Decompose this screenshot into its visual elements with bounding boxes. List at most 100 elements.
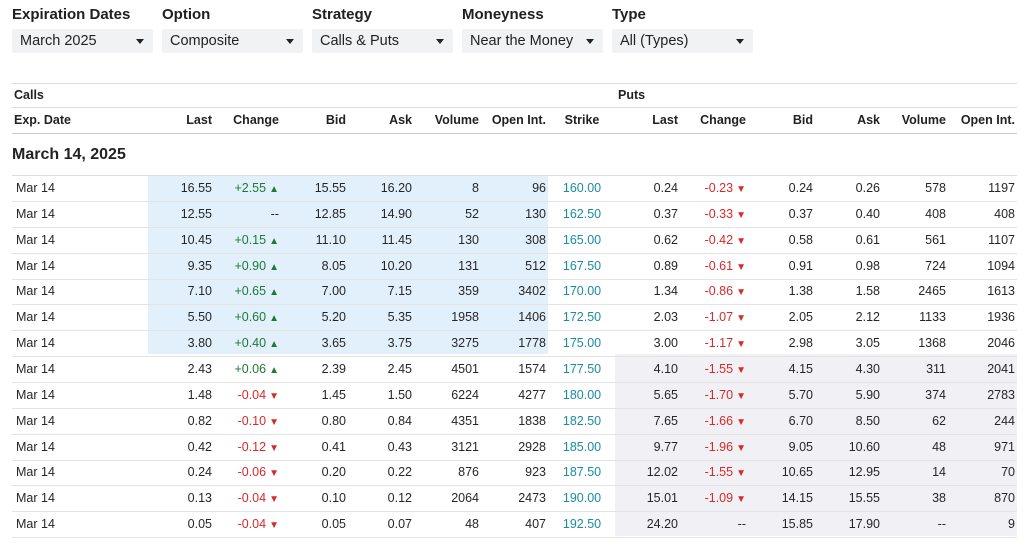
cell-put-change: -0.23 ▼ (674, 176, 746, 201)
triangle-down-icon: ▼ (269, 468, 279, 480)
cell-call-open-int-value: 1574 (518, 361, 546, 376)
cell-put-open-int-value: 9 (1008, 517, 1015, 532)
table-row[interactable]: Mar 14 3.80 +0.40 ▲ 3.65 3.75 3275 1778 175.00 3.… (12, 331, 1017, 358)
cell-put-volume-value: 1368 (918, 336, 946, 351)
cell-call-change-value: +0.65 (234, 284, 267, 299)
triangle-down-icon: ▼ (736, 442, 746, 454)
table-row[interactable]: Mar 14 16.55 +2.55 ▲ 15.55 16.20 8 96 160.00 0.24… (12, 176, 1017, 202)
cell-call-volume: 359 (417, 279, 479, 304)
cell-put-volume: 14 (884, 460, 946, 485)
cell-call-volume: 4351 (417, 409, 479, 434)
cell-put-ask: 15.55 (819, 486, 880, 511)
table-row[interactable]: Mar 14 7.10 +0.65 ▲ 7.00 7.15 359 3402 170.00 1.3… (12, 279, 1017, 306)
cell-call-change-value: +0.15 (234, 232, 267, 247)
table-row[interactable]: Mar 14 2.43 +0.06 ▲ 2.39 2.45 4501 1574 177.50 4.… (12, 357, 1017, 383)
col-call-volume[interactable]: Volume (417, 110, 479, 130)
cell-call-last: 7.10 (152, 279, 212, 304)
table-row[interactable]: Mar 14 0.42 -0.12 ▼ 0.41 0.43 3121 2928 185.00 9.… (12, 435, 1017, 461)
cell-put-bid-value: 1.38 (788, 284, 813, 299)
cell-put-bid: 6.70 (752, 409, 813, 434)
cell-put-ask-value: 3.05 (855, 336, 880, 351)
cell-call-change: +0.06 ▲ (208, 357, 279, 382)
cell-exp-date: Mar 14 (16, 305, 76, 330)
cell-call-volume-value: 130 (458, 232, 479, 247)
option-select[interactable]: Composite (162, 29, 303, 53)
moneyness-select[interactable]: Near the Money (462, 29, 603, 53)
cell-strike[interactable]: 165.00 (552, 228, 612, 253)
cell-call-open-int: 130 (482, 202, 546, 227)
divider (12, 133, 1017, 134)
table-row[interactable]: Mar 14 1.48 -0.04 ▼ 1.45 1.50 6224 4277 180.00 5.… (12, 383, 1017, 409)
cell-put-volume: 561 (884, 228, 946, 253)
cell-call-last: 0.05 (152, 512, 212, 537)
col-put-open-int[interactable]: Open Int. (952, 110, 1015, 130)
cell-put-change-value: -0.33 (704, 206, 734, 221)
table-row[interactable]: Mar 14 0.82 -0.10 ▼ 0.80 0.84 4351 1838 182.50 7.… (12, 409, 1017, 435)
cell-exp-date: Mar 14 (16, 228, 76, 253)
cell-exp-date-value: Mar 14 (16, 413, 55, 428)
cell-put-change-value: -1.09 (704, 491, 734, 506)
cell-call-open-int: 3402 (482, 279, 546, 304)
cell-call-bid: 2.39 (284, 357, 346, 382)
col-put-bid[interactable]: Bid (752, 110, 813, 130)
triangle-up-icon: ▲ (269, 313, 279, 325)
cell-strike[interactable]: 160.00 (552, 176, 612, 201)
cell-call-bid: 0.05 (284, 512, 346, 537)
cell-strike[interactable]: 170.00 (552, 279, 612, 304)
cell-strike[interactable]: 175.00 (552, 331, 612, 356)
col-call-change[interactable]: Change (218, 110, 279, 130)
col-put-change[interactable]: Change (684, 110, 746, 130)
expiration-dates-select[interactable]: March 2025 (12, 29, 153, 53)
cell-strike[interactable]: 162.50 (552, 202, 612, 227)
cell-put-change: -0.86 ▼ (674, 279, 746, 304)
cell-strike[interactable]: 172.50 (552, 305, 612, 330)
strategy-select[interactable]: Calls & Puts (312, 29, 453, 53)
cell-strike[interactable]: 187.50 (552, 460, 612, 485)
col-call-ask[interactable]: Ask (351, 110, 412, 130)
triangle-down-icon: ▼ (736, 390, 746, 402)
col-call-last[interactable]: Last (152, 110, 212, 130)
cell-put-volume: 408 (884, 202, 946, 227)
cell-call-last: 1.48 (152, 383, 212, 408)
cell-strike[interactable]: 185.00 (552, 435, 612, 460)
table-row[interactable]: Mar 14 9.35 +0.90 ▲ 8.05 10.20 131 512 167.50 0.8… (12, 254, 1017, 280)
cell-exp-date-value: Mar 14 (16, 387, 55, 402)
type-select[interactable]: All (Types) (612, 29, 753, 53)
chevron-down-icon (286, 39, 294, 44)
cell-put-last: 24.20 (620, 512, 678, 537)
col-put-ask[interactable]: Ask (819, 110, 880, 130)
cell-put-open-int-value: 2041 (987, 361, 1015, 376)
cell-strike[interactable]: 192.50 (552, 512, 612, 537)
table-row[interactable]: Mar 14 5.50 +0.60 ▲ 5.20 5.35 1958 1406 172.50 2.… (12, 305, 1017, 332)
cell-strike[interactable]: 180.00 (552, 383, 612, 408)
cell-strike[interactable]: 167.50 (552, 254, 612, 279)
table-row[interactable]: Mar 14 10.45 +0.15 ▲ 11.10 11.45 130 308 165.00 0… (12, 228, 1017, 254)
col-call-bid[interactable]: Bid (284, 110, 346, 130)
cell-put-open-int: 244 (952, 409, 1015, 434)
filter-moneyness: Moneyness Near the Money (462, 6, 603, 53)
cell-strike[interactable]: 182.50 (552, 409, 612, 434)
triangle-down-icon: ▼ (736, 468, 746, 480)
cell-put-last: 7.65 (620, 409, 678, 434)
cell-strike[interactable]: 190.00 (552, 486, 612, 511)
col-put-volume[interactable]: Volume (884, 110, 946, 130)
col-call-open-int[interactable]: Open Int. (482, 110, 546, 130)
cell-call-change-value: +0.60 (234, 310, 267, 325)
triangle-down-icon: ▼ (736, 287, 746, 299)
col-exp-date[interactable]: Exp. Date (14, 110, 71, 130)
cell-call-open-int-value: 96 (532, 181, 546, 195)
cell-strike-value: 172.50 (562, 310, 602, 325)
table-row[interactable]: Mar 14 0.24 -0.06 ▼ 0.20 0.22 876 923 187.50 12.0… (12, 460, 1017, 487)
divider (12, 107, 1017, 108)
cell-call-open-int: 2928 (482, 435, 546, 460)
col-strike[interactable]: Strike (552, 110, 612, 130)
cell-strike[interactable]: 177.50 (552, 357, 612, 382)
table-row[interactable]: Mar 14 12.55 -- 12.85 14.90 52 130 162.50 0.37 -0… (12, 202, 1017, 228)
col-put-last[interactable]: Last (620, 110, 678, 130)
table-row[interactable]: Mar 14 0.05 -0.04 ▼ 0.05 0.07 48 407 192.50 24.20… (12, 512, 1017, 539)
cell-put-change-value: -1.55 (704, 361, 734, 376)
triangle-up-icon: ▲ (269, 184, 279, 195)
table-row[interactable]: Mar 14 0.13 -0.04 ▼ 0.10 0.12 2064 2473 190.00 15… (12, 486, 1017, 513)
cell-put-ask-value: 2.12 (855, 310, 880, 325)
cell-call-volume: 130 (417, 228, 479, 253)
